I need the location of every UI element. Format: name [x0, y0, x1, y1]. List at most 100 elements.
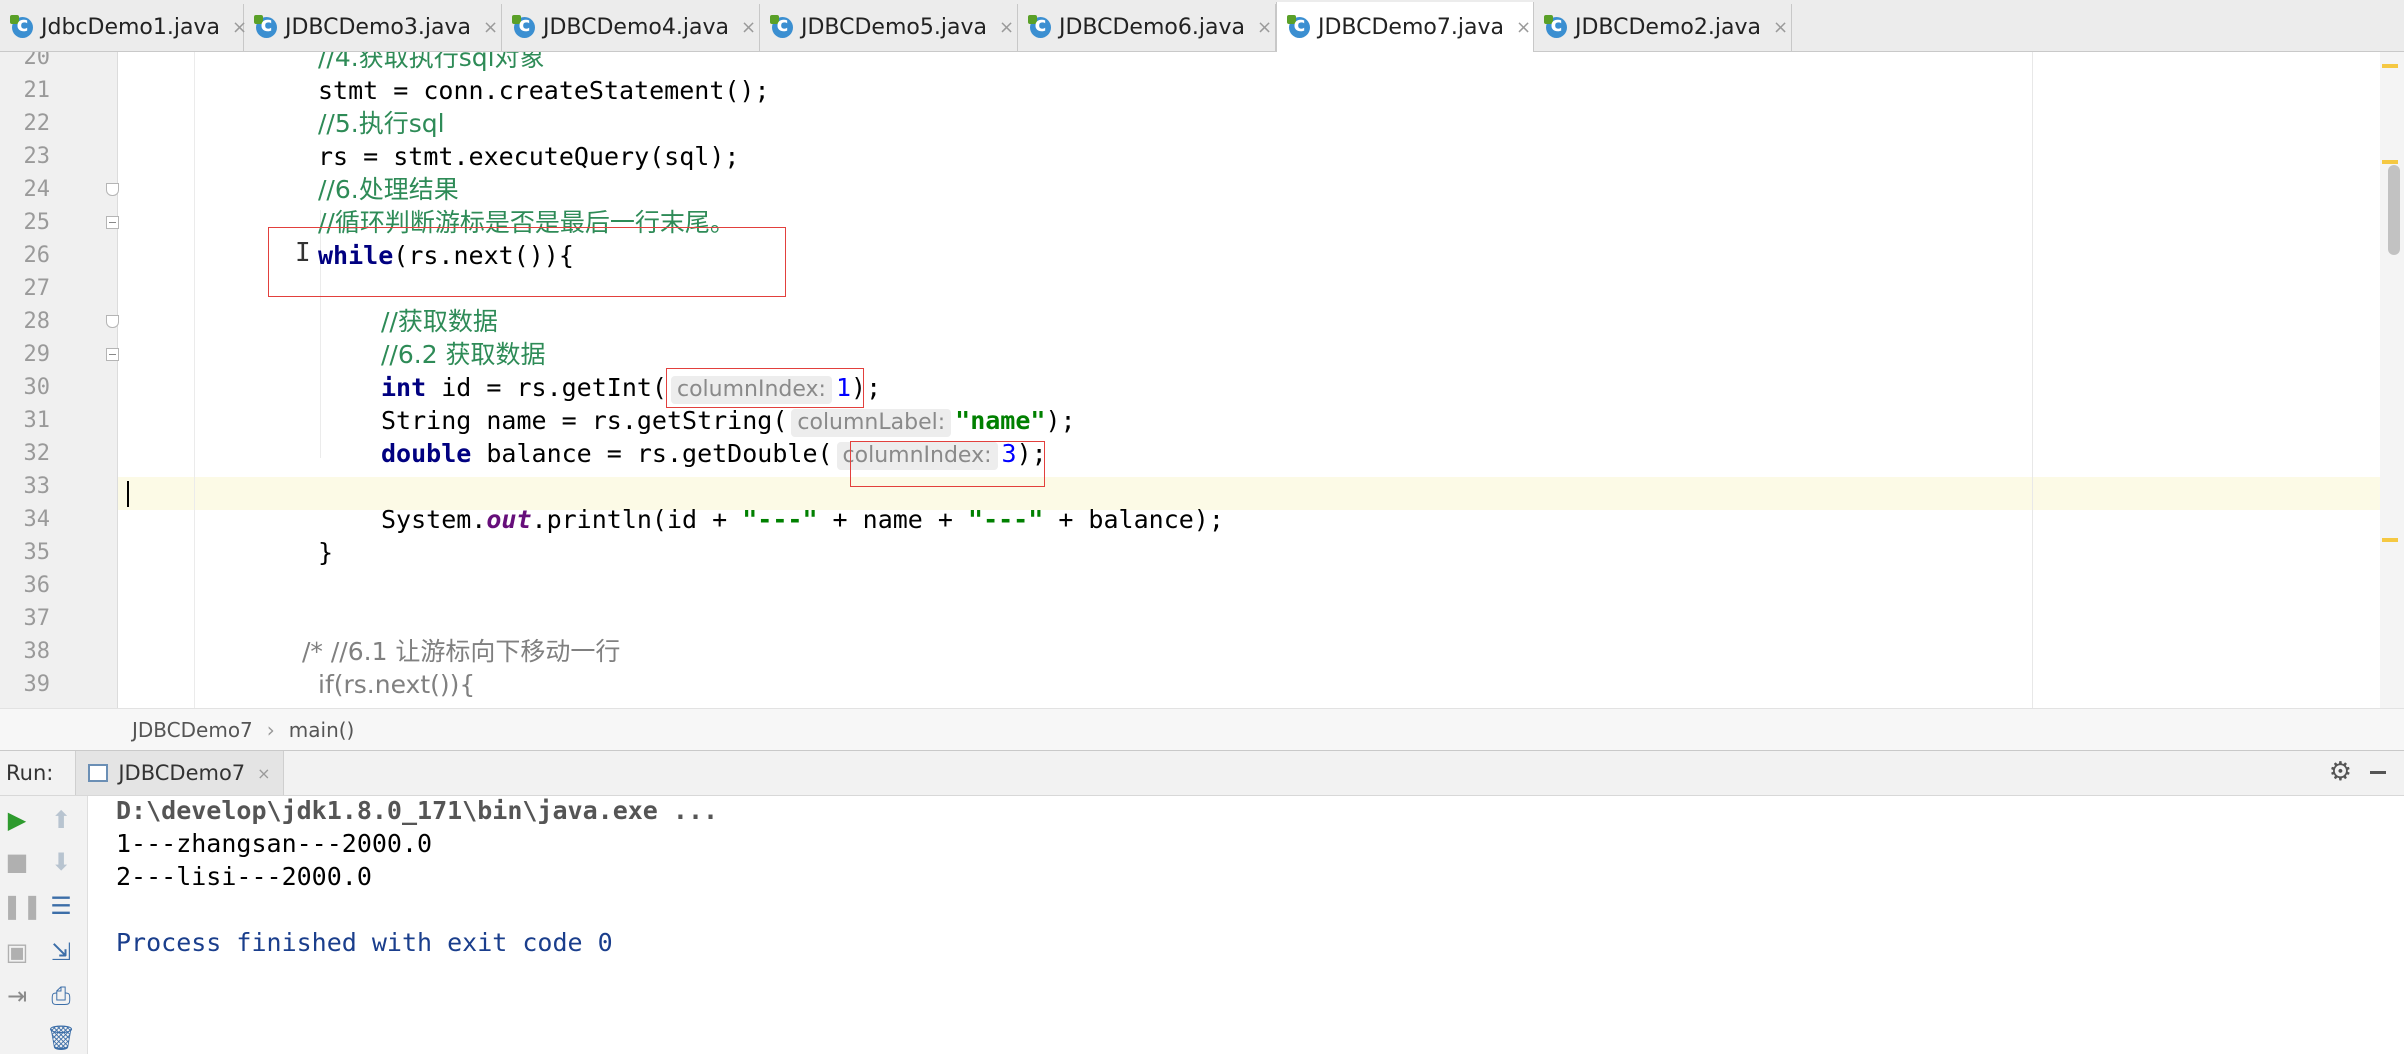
java-class-icon	[770, 12, 793, 38]
scroll-to-end-icon[interactable]: ⇲	[46, 938, 76, 966]
close-icon[interactable]: ×	[1257, 17, 1272, 38]
tab-label: JDBCDemo2.java	[1575, 15, 1761, 40]
line-number: 31	[23, 408, 51, 433]
trash-icon[interactable]: 🗑	[46, 1024, 76, 1052]
static-field: out	[486, 505, 532, 534]
code-text: balance = rs.getDouble(	[471, 439, 833, 468]
tab-jdbcdemo7[interactable]: JDBCDemo7.java ×	[1276, 2, 1534, 52]
run-tab-label: JDBCDemo7	[118, 761, 246, 785]
line-number: 27	[23, 276, 51, 301]
run-label: Run:	[6, 761, 54, 785]
close-icon[interactable]: ×	[1516, 17, 1531, 38]
line-number: 26	[23, 243, 51, 268]
close-icon[interactable]: ×	[483, 17, 498, 38]
tab-label: JDBCDemo4.java	[543, 15, 729, 40]
code-line-22: //5.执行sql	[318, 107, 445, 140]
java-class-icon	[1544, 12, 1567, 38]
fold-icon[interactable]	[106, 348, 119, 361]
tab-jdbcdemo2[interactable]: JDBCDemo2.java ×	[1534, 4, 1792, 51]
code-line-38: /* //6.1 让游标向下移动一行	[302, 635, 620, 668]
breadcrumb-separator: ›	[266, 717, 275, 742]
keyword: double	[381, 439, 472, 468]
gear-icon[interactable]: ⚙	[2329, 757, 2352, 787]
error-stripe-marker[interactable]	[2382, 538, 2398, 542]
tab-jdbcdemo1[interactable]: JdbcDemo1.java ×	[0, 4, 247, 51]
tab-label: JDBCDemo3.java	[285, 15, 471, 40]
pause-icon[interactable]: ❚❚	[2, 892, 42, 920]
java-class-icon	[254, 12, 277, 38]
tab-jdbcdemo3[interactable]: JDBCDemo3.java ×	[244, 4, 502, 51]
code-line-39: if(rs.next()){	[318, 668, 475, 701]
annotation-box-while	[268, 227, 786, 297]
code-line-29: //6.2 获取数据	[381, 338, 546, 371]
tab-jdbcdemo5[interactable]: JDBCDemo5.java ×	[760, 4, 1018, 51]
tab-jdbcdemo6[interactable]: JDBCDemo6.java ×	[1018, 4, 1276, 51]
console-line: D:\develop\jdk1.8.0_171\bin\java.exe ...	[116, 796, 719, 825]
code-text: );	[1045, 406, 1076, 435]
fold-end-icon[interactable]	[106, 315, 119, 328]
comment: //获取数据	[381, 307, 498, 336]
soft-wrap-icon[interactable]: ☰	[46, 892, 76, 920]
code-editor[interactable]: 20 21 22 23 24 25 26 27 28 29 30 31 32 3…	[0, 52, 2380, 708]
java-class-icon	[10, 12, 33, 38]
code-text: .println(id +	[531, 505, 743, 534]
line-number: 23	[23, 144, 51, 169]
console-line: 1---zhangsan---2000.0	[116, 829, 433, 858]
close-icon[interactable]: ×	[1773, 17, 1788, 38]
scrollbar-thumb[interactable]	[2388, 165, 2400, 255]
line-number: 30	[23, 375, 51, 400]
editor-scrollbar[interactable]	[2380, 52, 2404, 708]
annotation-box-columnindex-3	[850, 441, 1045, 487]
error-stripe-marker[interactable]	[2382, 64, 2398, 68]
close-icon[interactable]: ×	[999, 17, 1014, 38]
code-text: + balance);	[1043, 505, 1224, 534]
editor-tab-bar: JdbcDemo1.java × JDBCDemo3.java × JDBCDe…	[0, 0, 2404, 52]
tab-jdbcdemo4[interactable]: JDBCDemo4.java ×	[502, 4, 760, 51]
exit-icon[interactable]: ⇥	[2, 982, 32, 1010]
minimize-icon[interactable]	[2370, 771, 2386, 774]
right-margin-guide	[2032, 52, 2033, 708]
console-output[interactable]: D:\develop\jdk1.8.0_171\bin\java.exe ...…	[88, 796, 2404, 1054]
comment: //6.处理结果	[318, 175, 459, 204]
code-line-20: //4.获取执行sql对象	[318, 52, 545, 74]
console-line: 2---lisi---2000.0	[116, 862, 372, 891]
code-line-21: stmt = conn.createStatement();	[318, 74, 770, 107]
error-stripe-marker[interactable]	[2382, 160, 2398, 164]
java-class-icon	[512, 12, 535, 38]
run-config-tab[interactable]: JDBCDemo7 ×	[75, 751, 284, 795]
line-number: 35	[23, 540, 51, 565]
code-text: String name = rs.getString(	[381, 406, 788, 435]
tab-label: JdbcDemo1.java	[41, 15, 220, 40]
down-arrow-icon[interactable]: ⬇	[46, 848, 76, 876]
fold-end-icon[interactable]	[106, 183, 119, 196]
parameter-hint: columnLabel:	[791, 409, 952, 437]
tab-label: JDBCDemo7.java	[1318, 14, 1504, 40]
close-icon[interactable]: ×	[257, 764, 270, 783]
code-text: id = rs.getInt(	[426, 373, 667, 402]
line-number: 38	[23, 639, 51, 664]
comment: //6.2 获取数据	[381, 340, 546, 369]
breadcrumb-class[interactable]: JDBCDemo7	[132, 718, 253, 742]
code-line-23: rs = stmt.executeQuery(sql);	[318, 140, 739, 173]
code-line-35: }	[318, 536, 333, 569]
up-arrow-icon[interactable]: ⬆	[46, 806, 76, 834]
run-toolbar: ▶ ⬆ ■ ⬇ ❚❚ ☰ ▣ ⇲ ⇥ ⎙ 🗑	[0, 796, 88, 1054]
print-icon[interactable]: ⎙	[46, 982, 76, 1010]
camera-icon[interactable]: ▣	[2, 938, 32, 966]
close-icon[interactable]: ×	[741, 17, 756, 38]
annotation-box-columnindex-1	[666, 368, 864, 408]
code-line-31: String name = rs.getString(columnLabel: "…	[381, 404, 1076, 437]
java-class-icon	[1287, 12, 1310, 38]
stop-icon[interactable]: ■	[2, 848, 32, 876]
line-number: 39	[23, 672, 51, 697]
line-number: 33	[23, 474, 51, 499]
breadcrumb-method[interactable]: main()	[289, 718, 355, 742]
java-class-icon	[1028, 12, 1051, 38]
fold-icon[interactable]	[106, 216, 119, 229]
code-text: System.	[381, 505, 487, 534]
tab-label: JDBCDemo6.java	[1059, 15, 1245, 40]
mouse-ibeam-cursor: I	[295, 238, 311, 268]
line-number: 37	[23, 606, 51, 631]
line-number-gutter[interactable]: 20 21 22 23 24 25 26 27 28 29 30 31 32 3…	[0, 52, 119, 708]
run-icon[interactable]: ▶	[2, 806, 32, 834]
